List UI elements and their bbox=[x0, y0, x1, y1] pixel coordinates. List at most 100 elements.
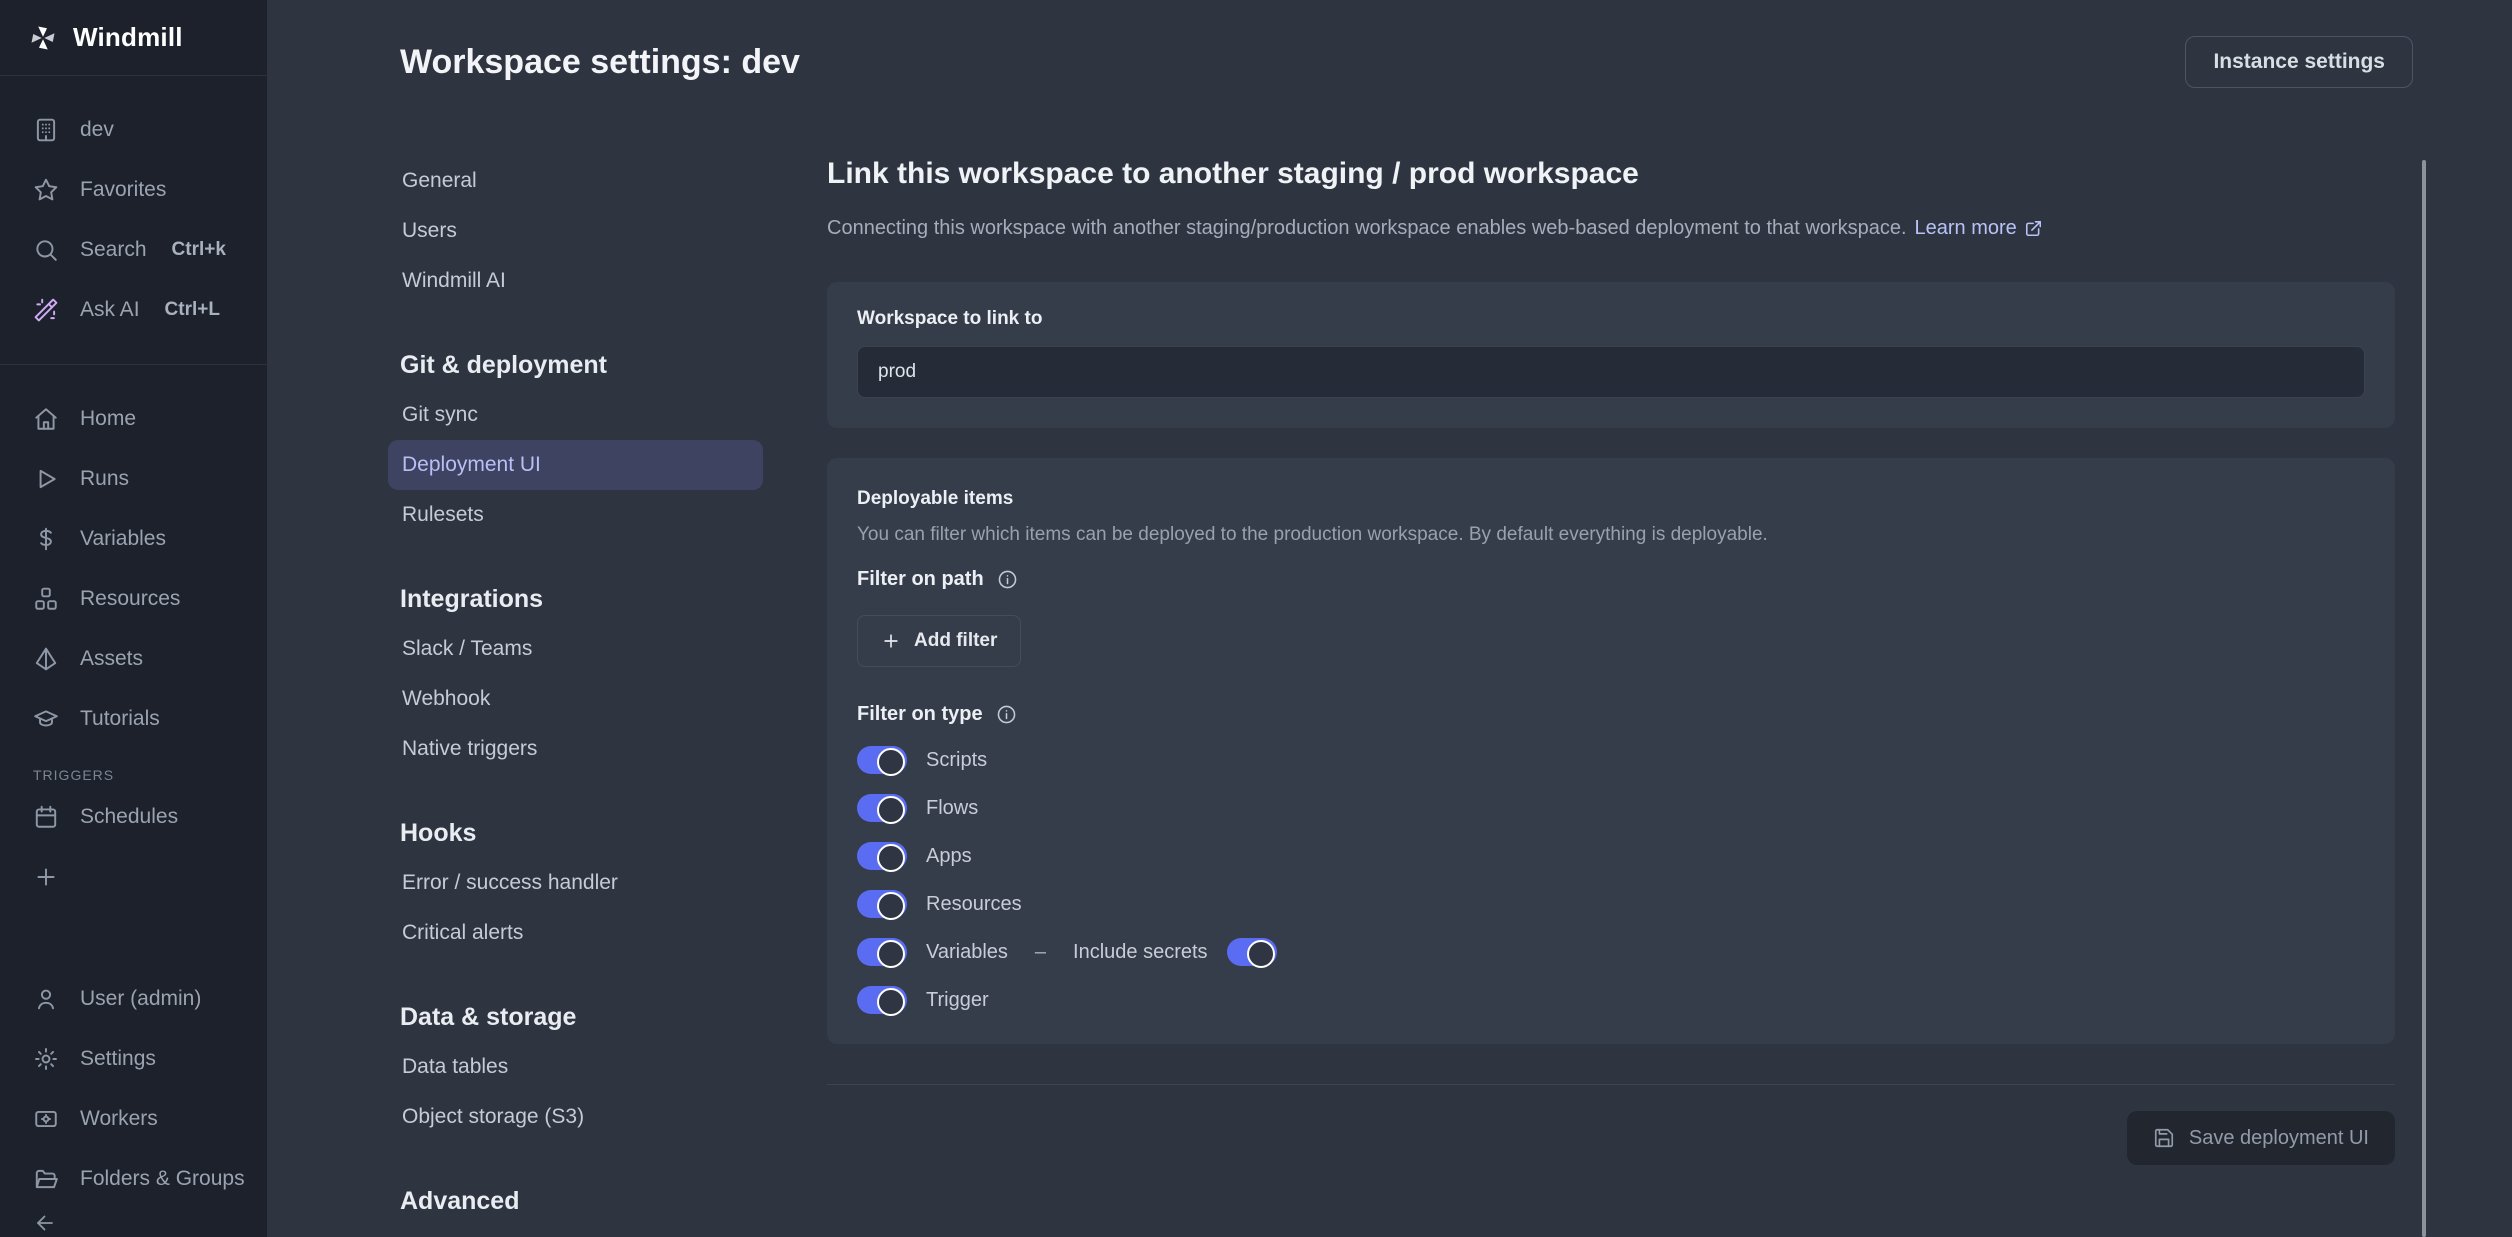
wand-sparkles-icon bbox=[33, 297, 59, 323]
settings-nav-item-general[interactable]: General bbox=[388, 156, 763, 206]
deployment-ui-panel: Link this workspace to another staging /… bbox=[827, 156, 2512, 1237]
sidebar-item-folders-groups[interactable]: Folders & Groups bbox=[0, 1149, 267, 1209]
plus-icon bbox=[33, 864, 59, 890]
sidebar-item-label: Ask AI bbox=[80, 298, 140, 322]
sidebar-item-home[interactable]: Home bbox=[0, 389, 267, 449]
sidebar-item-favorites[interactable]: Favorites bbox=[0, 160, 267, 220]
main-area: Workspace settings: dev Instance setting… bbox=[267, 0, 2512, 1237]
app-logo[interactable]: Windmill bbox=[0, 0, 267, 76]
toggle-label: Variables bbox=[926, 941, 1008, 964]
info-icon[interactable] bbox=[997, 569, 1018, 590]
sidebar-item-resources[interactable]: Resources bbox=[0, 569, 267, 629]
settings-nav-item-data-tables[interactable]: Data tables bbox=[388, 1042, 763, 1092]
include-secrets-toggle[interactable] bbox=[1227, 938, 1277, 966]
settings-nav-item-slack-teams[interactable]: Slack / Teams bbox=[388, 624, 763, 674]
user-icon bbox=[33, 986, 59, 1012]
resources-toggle[interactable] bbox=[857, 890, 907, 918]
dash-separator: – bbox=[1035, 941, 1046, 964]
settings-nav-item-users[interactable]: Users bbox=[388, 206, 763, 256]
add-filter-button[interactable]: Add filter bbox=[857, 615, 1021, 667]
section-description-text: Connecting this workspace with another s… bbox=[827, 216, 1907, 240]
calendar-icon bbox=[33, 804, 59, 830]
settings-nav-heading-integrations: Integrations bbox=[400, 574, 763, 624]
trigger-toggle[interactable] bbox=[857, 986, 907, 1014]
deployable-items-title: Deployable items bbox=[857, 488, 2365, 510]
sidebar-item-schedules[interactable]: Schedules bbox=[0, 787, 267, 847]
settings-nav-item-windmill-ai[interactable]: Windmill AI bbox=[388, 256, 763, 306]
sidebar-item-assets[interactable]: Assets bbox=[0, 629, 267, 689]
settings-nav-heading-git-deployment: Git & deployment bbox=[400, 340, 763, 390]
sidebar-item-label: Resources bbox=[80, 587, 180, 611]
instance-settings-button[interactable]: Instance settings bbox=[2185, 36, 2413, 88]
sidebar: Windmill dev Favorites bbox=[0, 0, 267, 1237]
settings-nav-item-object-storage[interactable]: Object storage (S3) bbox=[388, 1092, 763, 1142]
sidebar-item-variables[interactable]: Variables bbox=[0, 509, 267, 569]
pyramid-icon bbox=[33, 646, 59, 672]
settings-nav-heading-advanced: Advanced bbox=[400, 1176, 763, 1226]
external-link-icon bbox=[2024, 219, 2043, 238]
settings-nav-item-rulesets[interactable]: Rulesets bbox=[388, 490, 763, 540]
flows-toggle[interactable] bbox=[857, 794, 907, 822]
sidebar-item-user[interactable]: User (admin) bbox=[0, 969, 267, 1029]
settings-nav-item-webhook[interactable]: Webhook bbox=[388, 674, 763, 724]
info-icon[interactable] bbox=[996, 704, 1017, 725]
search-shortcut: Ctrl+k bbox=[172, 239, 226, 261]
sidebar-item-workers[interactable]: Workers bbox=[0, 1089, 267, 1149]
sidebar-item-label: Tutorials bbox=[80, 707, 160, 731]
settings-nav-item-critical-alerts[interactable]: Critical alerts bbox=[388, 908, 763, 958]
sidebar-item-runs[interactable]: Runs bbox=[0, 449, 267, 509]
settings-nav-item-native-triggers[interactable]: Native triggers bbox=[388, 724, 763, 774]
gear-icon bbox=[33, 1046, 59, 1072]
scripts-toggle[interactable] bbox=[857, 746, 907, 774]
page-header: Workspace settings: dev Instance setting… bbox=[267, 0, 2512, 88]
filter-on-type-label: Filter on type bbox=[857, 703, 2365, 726]
vertical-scrollbar[interactable] bbox=[2422, 160, 2426, 1237]
toggle-row-trigger: Trigger bbox=[857, 986, 2365, 1014]
content-divider bbox=[827, 1084, 2395, 1085]
collapse-sidebar-button[interactable] bbox=[0, 1209, 267, 1237]
settings-nav-item-git-sync[interactable]: Git sync bbox=[388, 390, 763, 440]
settings-nav-heading-data-storage: Data & storage bbox=[400, 992, 763, 1042]
variables-toggle[interactable] bbox=[857, 938, 907, 966]
worker-gear-icon bbox=[33, 1106, 59, 1132]
sidebar-item-label: Variables bbox=[80, 527, 166, 551]
sidebar-item-label: Schedules bbox=[80, 805, 178, 829]
settings-nav-item-deployment-ui[interactable]: Deployment UI bbox=[388, 440, 763, 490]
workspace-link-card: Workspace to link to bbox=[827, 282, 2395, 428]
settings-nav: General Users Windmill AI Git & deployme… bbox=[400, 156, 763, 1237]
search-icon bbox=[33, 237, 59, 263]
home-icon bbox=[33, 406, 59, 432]
workspace-link-input[interactable] bbox=[857, 346, 2365, 398]
arrow-left-icon bbox=[33, 1211, 57, 1235]
sidebar-item-workspace[interactable]: dev bbox=[0, 100, 267, 160]
toggle-row-flows: Flows bbox=[857, 794, 2365, 822]
sidebar-item-search[interactable]: Search Ctrl+k bbox=[0, 220, 267, 280]
add-filter-label: Add filter bbox=[914, 630, 997, 652]
save-deployment-ui-button[interactable]: Save deployment UI bbox=[2127, 1111, 2395, 1165]
filter-on-path-label: Filter on path bbox=[857, 568, 2365, 591]
sidebar-item-settings[interactable]: Settings bbox=[0, 1029, 267, 1089]
section-title: Link this workspace to another staging /… bbox=[827, 156, 2395, 192]
dollar-icon bbox=[33, 526, 59, 552]
sidebar-item-tutorials[interactable]: Tutorials bbox=[0, 689, 267, 749]
section-description: Connecting this workspace with another s… bbox=[827, 216, 2395, 240]
settings-nav-item-error-success-handler[interactable]: Error / success handler bbox=[388, 858, 763, 908]
workspace-link-label: Workspace to link to bbox=[857, 308, 2365, 330]
deployable-items-card: Deployable items You can filter which it… bbox=[827, 458, 2395, 1044]
star-icon bbox=[33, 177, 59, 203]
save-icon bbox=[2153, 1127, 2175, 1149]
sidebar-item-label: Folders & Groups bbox=[80, 1167, 245, 1191]
toggle-row-resources: Resources bbox=[857, 890, 2365, 918]
sidebar-add-button[interactable] bbox=[0, 847, 267, 907]
play-icon bbox=[33, 466, 59, 492]
toggle-label: Scripts bbox=[926, 749, 987, 772]
apps-toggle[interactable] bbox=[857, 842, 907, 870]
learn-more-link[interactable]: Learn more bbox=[1915, 216, 2043, 240]
sidebar-item-label: User (admin) bbox=[80, 987, 201, 1011]
sidebar-item-label: Workers bbox=[80, 1107, 158, 1131]
sidebar-item-label: Assets bbox=[80, 647, 143, 671]
sidebar-item-ask-ai[interactable]: Ask AI Ctrl+L bbox=[0, 280, 267, 340]
ask-ai-shortcut: Ctrl+L bbox=[165, 299, 220, 321]
toggle-label: Trigger bbox=[926, 989, 989, 1012]
windmill-logo-icon bbox=[28, 23, 58, 53]
